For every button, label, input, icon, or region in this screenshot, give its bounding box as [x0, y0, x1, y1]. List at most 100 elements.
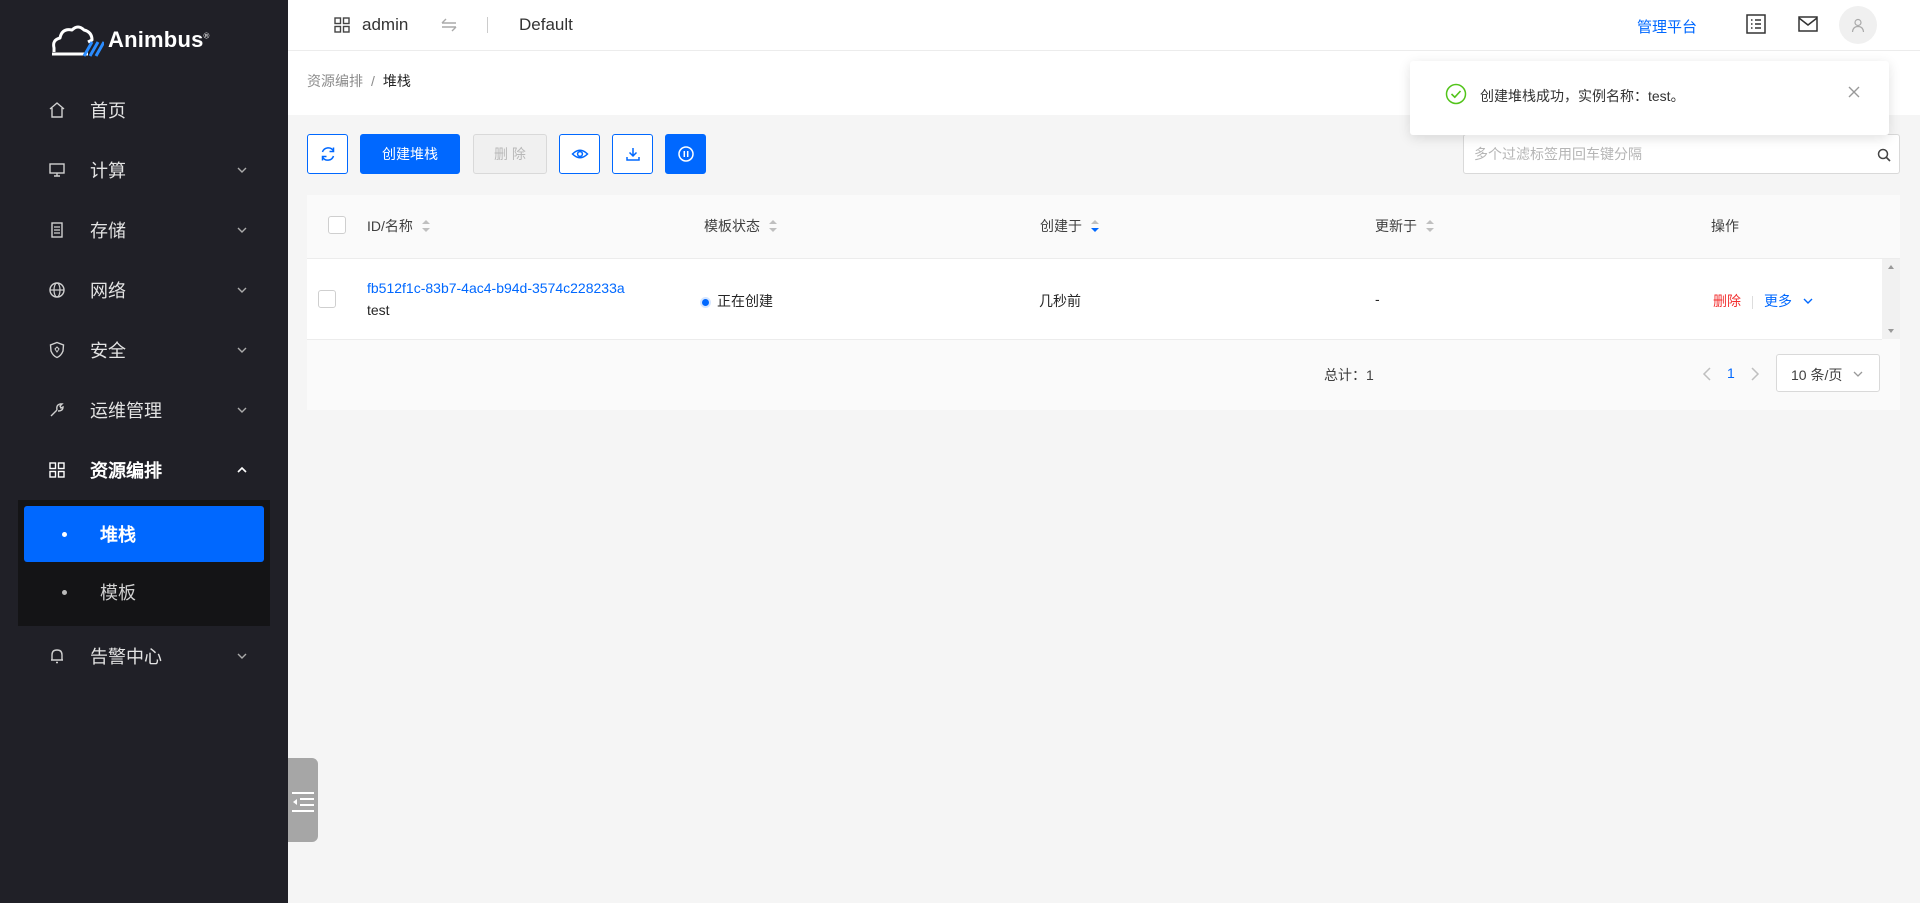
status-dot-icon — [702, 298, 709, 306]
sidebar-subitem-label: 堆栈 — [100, 525, 136, 545]
export-button[interactable] — [612, 134, 653, 174]
user-icon — [1851, 18, 1865, 33]
sidebar-item-storage[interactable]: 存储 — [0, 200, 288, 260]
pagination-total: 总计：1 — [1324, 367, 1374, 383]
sidebar-item-compute[interactable]: 计算 — [0, 140, 288, 200]
updated-time: - — [1375, 291, 1380, 307]
sidebar-item-home[interactable]: 首页 — [0, 80, 288, 140]
wrench-icon — [50, 403, 64, 417]
sidebar-item-label: 告警中心 — [90, 647, 162, 667]
stack-id-link[interactable]: fb512f1c-83b7-4ac4-b94d-3574c228233a — [367, 280, 625, 296]
column-header-status[interactable]: 模板状态 — [704, 216, 778, 236]
pause-icon — [677, 146, 694, 162]
brand-logo[interactable]: Animbus® — [48, 20, 210, 60]
chevron-down-icon — [237, 653, 247, 659]
row-delete-link[interactable]: 删除 — [1713, 293, 1741, 309]
eye-icon — [570, 149, 589, 159]
breadcrumb-parent[interactable]: 资源编排 — [307, 73, 363, 89]
action-divider — [1752, 295, 1753, 309]
prev-page-icon[interactable] — [1700, 366, 1714, 382]
sidebar-collapse-button[interactable] — [288, 758, 318, 842]
scroll-down-icon[interactable] — [1882, 325, 1900, 337]
sidebar-item-ops[interactable]: 运维管理 — [0, 380, 288, 440]
chevron-down-icon — [1853, 371, 1863, 377]
sort-icon — [769, 220, 777, 232]
delete-button[interactable]: 删 除 — [473, 134, 547, 174]
brand-name: Animbus® — [108, 27, 210, 52]
close-icon[interactable] — [1847, 85, 1861, 99]
stack-id[interactable]: fb512f1c-83b7-4ac4-b94d-3574c228233a — [367, 280, 625, 296]
column-label: 更新于 — [1375, 218, 1417, 234]
create-stack-button[interactable]: 创建堆栈 — [360, 134, 460, 174]
chevron-up-icon — [237, 466, 247, 473]
sidebar-item-network[interactable]: 网络 — [0, 260, 288, 320]
sidebar-item-label: 存储 — [90, 221, 126, 241]
download-icon — [625, 148, 640, 161]
column-label: ID/名称 — [367, 218, 413, 234]
select-all-checkbox[interactable] — [328, 216, 346, 234]
sidebar-item-label: 网络 — [90, 281, 126, 301]
orchestration-submenu: 堆栈 模板 — [18, 500, 270, 626]
sidebar-item-label: 运维管理 — [90, 401, 162, 421]
stack-table: ID/名称 模板状态 创建于 更新于 操作 fb512f1c-83b7-4ac4… — [307, 195, 1900, 410]
sidebar-item-alarm[interactable]: 告警中心 — [0, 626, 288, 686]
view-button[interactable] — [559, 134, 600, 174]
top-header: admin Default 管理平台 — [288, 0, 1920, 51]
switch-icon[interactable] — [440, 16, 458, 34]
table-row: fb512f1c-83b7-4ac4-b94d-3574c228233a tes… — [307, 259, 1882, 340]
refresh-button[interactable] — [307, 134, 348, 174]
sidebar-item-security[interactable]: 安全 — [0, 320, 288, 380]
next-page-icon[interactable] — [1748, 366, 1762, 382]
globe-icon — [49, 282, 65, 298]
check-circle-icon — [1445, 83, 1467, 105]
notification-message: 创建堆栈成功，实例名称：test。 — [1480, 88, 1685, 104]
sidebar-subitem-template[interactable]: 模板 — [24, 564, 264, 620]
avatar[interactable] — [1839, 6, 1877, 44]
page-number[interactable]: 1 — [1727, 365, 1735, 381]
column-header-actions: 操作 — [1711, 216, 1739, 236]
column-label: 操作 — [1711, 218, 1739, 234]
more-label: 更多 — [1764, 293, 1792, 309]
column-header-created[interactable]: 创建于 — [1040, 216, 1100, 236]
current-project[interactable]: Default — [519, 15, 573, 35]
column-label: 创建于 — [1040, 218, 1082, 234]
shield-icon — [49, 341, 65, 359]
chevron-down-icon — [1803, 298, 1813, 304]
chevron-down-icon — [237, 407, 247, 413]
pause-button[interactable] — [665, 134, 706, 174]
mail-icon[interactable] — [1797, 13, 1819, 35]
row-more-dropdown[interactable]: 更多 — [1764, 293, 1814, 309]
header-divider — [487, 17, 488, 33]
current-user[interactable]: admin — [362, 15, 408, 35]
sort-desc-icon — [1091, 220, 1099, 232]
storage-icon — [51, 222, 63, 238]
page-size-select[interactable]: 10 条/页 — [1776, 354, 1880, 392]
grid-icon — [49, 462, 65, 478]
bullet-icon — [62, 590, 67, 595]
task-list-icon[interactable] — [1745, 13, 1767, 35]
page-size-value: 10 条/页 — [1791, 367, 1843, 383]
column-header-updated[interactable]: 更新于 — [1375, 216, 1435, 236]
sort-icon — [421, 220, 430, 232]
search-input[interactable] — [1464, 135, 1879, 173]
sidebar-item-orchestration[interactable]: 资源编排 — [0, 440, 288, 500]
breadcrumb: 资源编排 / 堆栈 — [307, 71, 411, 91]
column-header-id[interactable]: ID/名称 — [367, 216, 431, 236]
breadcrumb-current: 堆栈 — [382, 73, 411, 89]
scroll-up-icon[interactable] — [1882, 261, 1900, 273]
admin-platform-link[interactable]: 管理平台 — [1637, 16, 1697, 37]
sidebar: Animbus® 首页 计算 存储 网络 安全 运维管理 资源编排 堆栈 模板 … — [0, 0, 288, 903]
search-icon[interactable] — [1876, 147, 1892, 163]
apps-grid-icon[interactable] — [334, 17, 350, 33]
menu-fold-icon — [292, 792, 314, 812]
sidebar-subitem-stack[interactable]: 堆栈 — [24, 506, 264, 562]
status-text: 正在创建 — [717, 293, 773, 309]
chevron-down-icon — [237, 347, 247, 353]
bullet-icon — [62, 532, 67, 537]
side-menu: 首页 计算 存储 网络 安全 运维管理 资源编排 堆栈 模板 告警中心 — [0, 80, 288, 686]
table-scrollbar[interactable] — [1882, 259, 1900, 339]
home-icon — [49, 102, 65, 118]
status-badge: 正在创建 — [702, 291, 773, 311]
stack-name: test — [367, 302, 390, 318]
row-checkbox[interactable] — [318, 290, 336, 308]
